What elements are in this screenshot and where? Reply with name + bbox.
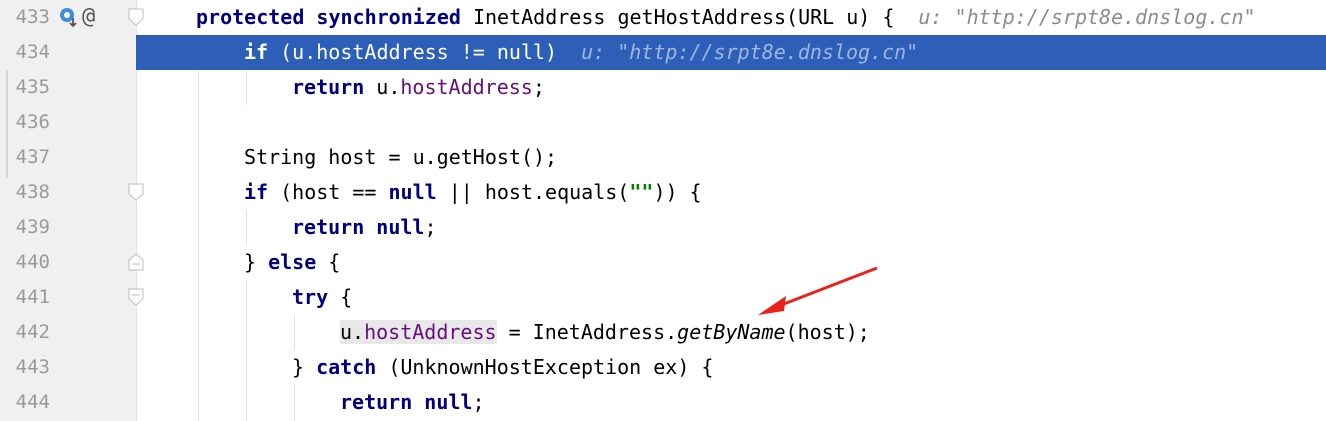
- keyword: else: [268, 250, 317, 274]
- condition: (u.hostAddress != null): [268, 40, 558, 64]
- code-text: protected synchronized InetAddress getHo…: [196, 0, 1256, 35]
- line-number: 435: [15, 76, 50, 98]
- identifier: u.: [376, 75, 401, 99]
- code-line[interactable]: 433 @ protected synchronized InetAddress…: [0, 0, 1326, 35]
- keyword: try: [292, 285, 329, 309]
- code-line[interactable]: 444 return null;: [0, 385, 1326, 420]
- keyword: synchronized: [316, 5, 461, 29]
- keyword: null: [388, 180, 437, 204]
- punctuation: ;: [472, 390, 485, 414]
- code-text: return u.hostAddress;: [292, 70, 545, 105]
- code-line[interactable]: 441 try {: [0, 280, 1326, 315]
- keyword: return: [292, 75, 365, 99]
- expression: (UnknownHostException ex) {: [376, 355, 714, 379]
- keyword: catch: [316, 355, 377, 379]
- keyword: if: [244, 40, 269, 64]
- expression: || host.equals(: [436, 180, 630, 204]
- static-method: getByName: [677, 320, 786, 344]
- line-number: 439: [15, 216, 50, 238]
- code-line[interactable]: 436: [0, 105, 1326, 140]
- line-number: 440: [15, 251, 50, 273]
- code-line[interactable]: 439 return null;: [0, 210, 1326, 245]
- string-literal: "": [629, 180, 654, 204]
- implemented-method-icon[interactable]: [58, 6, 80, 28]
- fold-icon[interactable]: [128, 288, 144, 306]
- expression: (host);: [785, 320, 870, 344]
- punctuation: ;: [424, 215, 437, 239]
- code-line-selected[interactable]: 434 if (u.hostAddress != null) u: "http:/…: [0, 35, 1326, 70]
- code-line[interactable]: 435 return u.hostAddress;: [0, 70, 1326, 105]
- identifier: u.: [340, 320, 365, 344]
- keyword: return: [340, 390, 413, 414]
- keyword: protected: [196, 5, 305, 29]
- fold-icon[interactable]: [128, 253, 144, 271]
- code-text: } catch (UnknownHostException ex) {: [292, 350, 713, 385]
- method-signature: InetAddress getHostAddress(URL u) {: [460, 5, 895, 29]
- code-line[interactable]: 443 } catch (UnknownHostException ex) {: [0, 350, 1326, 385]
- code-line[interactable]: 442 u.hostAddress = InetAddress.getByNam…: [0, 315, 1326, 350]
- line-number: 436: [15, 111, 50, 133]
- inline-value-hint: u: "http://srpt8e.dnslog.cn": [918, 5, 1256, 29]
- line-number: 441: [15, 286, 50, 308]
- line-number: 443: [15, 356, 50, 378]
- field: hostAddress: [364, 320, 497, 344]
- code-text: } else {: [244, 245, 340, 280]
- line-number: 433: [15, 6, 50, 28]
- line-number: 437: [15, 146, 50, 168]
- code-text: if (u.hostAddress != null) u: "http://srp…: [244, 35, 918, 70]
- override-annotation-icon[interactable]: @: [82, 6, 95, 28]
- expression: (host ==: [268, 180, 389, 204]
- code-text: return null;: [292, 210, 437, 245]
- punctuation: }: [292, 355, 317, 379]
- punctuation: {: [328, 285, 353, 309]
- punctuation: ;: [532, 75, 545, 99]
- fold-icon[interactable]: [128, 8, 144, 26]
- code-line[interactable]: 440 } else {: [0, 245, 1326, 280]
- punctuation: }: [244, 250, 269, 274]
- keyword: return: [292, 215, 365, 239]
- fold-icon[interactable]: [128, 183, 144, 201]
- field: hostAddress: [400, 75, 533, 99]
- code-line[interactable]: 438 if (host == null || host.equals(""))…: [0, 175, 1326, 210]
- punctuation: {: [316, 250, 341, 274]
- line-number: 438: [15, 181, 50, 203]
- line-number: 444: [15, 391, 50, 413]
- code-text: u.hostAddress = InetAddress.getByName(ho…: [340, 315, 870, 350]
- code-text: try {: [292, 280, 352, 315]
- expression: = InetAddress.: [496, 320, 678, 344]
- line-number: 442: [15, 321, 50, 343]
- usage-highlight: u.hostAddress: [340, 320, 497, 344]
- code-line[interactable]: 437 String host = u.getHost();: [0, 140, 1326, 175]
- line-number: 434: [0, 35, 50, 70]
- keyword: null: [424, 390, 473, 414]
- code-text: String host = u.getHost();: [244, 145, 558, 169]
- keyword: null: [376, 215, 425, 239]
- code-editor[interactable]: 433 @ protected synchronized InetAddress…: [0, 0, 1326, 421]
- code-text: if (host == null || host.equals("")) {: [244, 175, 702, 210]
- code-text: return null;: [340, 385, 485, 420]
- expression: )) {: [653, 180, 702, 204]
- gutter-icons[interactable]: @: [58, 4, 95, 30]
- keyword: if: [244, 180, 269, 204]
- inline-value-hint: u: "http://srpt8e.dnslog.cn": [581, 40, 919, 64]
